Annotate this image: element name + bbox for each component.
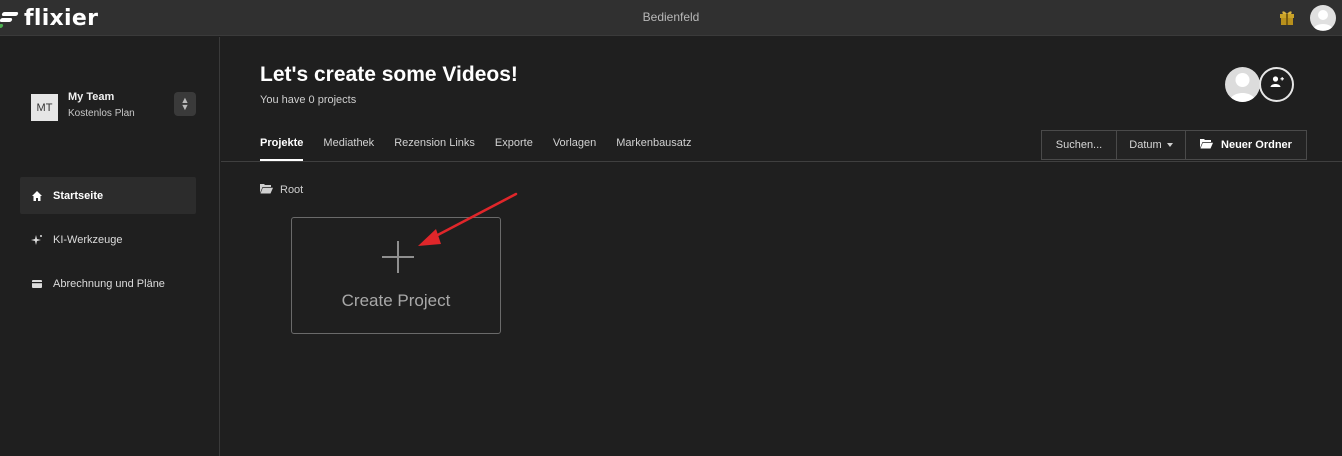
tab-mediathek[interactable]: Mediathek	[323, 130, 374, 162]
invite-member-button[interactable]	[1259, 67, 1294, 102]
folder-open-icon	[1200, 138, 1214, 152]
tab-exporte[interactable]: Exporte	[495, 130, 533, 162]
project-count: You have 0 projects	[260, 94, 357, 106]
page-title: Let's create some Videos!	[260, 63, 518, 86]
search-placeholder: Suchen...	[1055, 139, 1103, 151]
chevron-down-icon: ▼	[180, 102, 190, 112]
plus-icon	[382, 241, 414, 273]
sidebar-item-label: KI-Werkzeuge	[53, 233, 123, 246]
search-input[interactable]: Suchen...	[1041, 130, 1116, 160]
tab-rezension-links[interactable]: Rezension Links	[394, 130, 475, 162]
top-bar: flixier Bedienfeld	[0, 0, 1342, 36]
logo-mark-icon	[0, 9, 20, 29]
add-user-icon	[1270, 75, 1284, 94]
member-avatar[interactable]	[1225, 67, 1260, 102]
tab-vorlagen[interactable]: Vorlagen	[553, 130, 596, 162]
sidebar-item-startseite[interactable]: Startseite	[20, 177, 196, 214]
window-title: Bedienfeld	[642, 10, 700, 24]
team-avatar: MT	[31, 94, 58, 121]
date-label: Datum	[1129, 139, 1162, 151]
create-project-label: Create Project	[341, 291, 451, 310]
user-avatar[interactable]	[1310, 5, 1336, 31]
new-folder-label: Neuer Ordner	[1221, 139, 1292, 151]
team-switch-button[interactable]: ▲ ▼	[174, 92, 196, 116]
sidebar-item-ki-werkzeuge[interactable]: KI-Werkzeuge	[20, 221, 196, 258]
create-project-card[interactable]: Create Project	[291, 217, 501, 334]
tab-projekte[interactable]: Projekte	[260, 130, 304, 162]
breadcrumb-root: Root	[280, 184, 304, 196]
logo-text: flixier	[24, 6, 99, 31]
sidebar-item-abrechnung[interactable]: Abrechnung und Pläne	[20, 265, 196, 302]
tab-markenbausatz[interactable]: Markenbausatz	[616, 130, 691, 162]
sidebar-item-label: Abrechnung und Pläne	[53, 277, 165, 290]
folder-open-icon	[260, 183, 273, 197]
flixier-logo[interactable]: flixier	[0, 6, 98, 31]
gift-icon[interactable]	[1278, 8, 1296, 26]
team-name: My Team	[68, 91, 115, 103]
breadcrumb[interactable]: Root	[260, 183, 303, 197]
home-icon	[31, 190, 43, 202]
toolbar: Suchen... Datum Neuer Ordner	[1041, 130, 1307, 160]
date-sort-dropdown[interactable]: Datum	[1116, 130, 1185, 160]
sidebar-item-label: Startseite	[53, 189, 104, 202]
sidebar: MT My Team Kostenlos Plan ▲ ▼ Startseite…	[0, 37, 220, 456]
sparkle-icon	[31, 234, 43, 246]
team-plan: Kostenlos Plan	[68, 108, 135, 119]
caret-down-icon	[1166, 143, 1173, 147]
team-switcher[interactable]: MT My Team Kostenlos Plan ▲ ▼	[31, 91, 201, 125]
tabs-divider	[221, 161, 1342, 162]
wallet-icon	[31, 278, 43, 290]
new-folder-button[interactable]: Neuer Ordner	[1185, 130, 1307, 160]
project-tabs: Projekte Mediathek Rezension Links Expor…	[260, 130, 711, 162]
